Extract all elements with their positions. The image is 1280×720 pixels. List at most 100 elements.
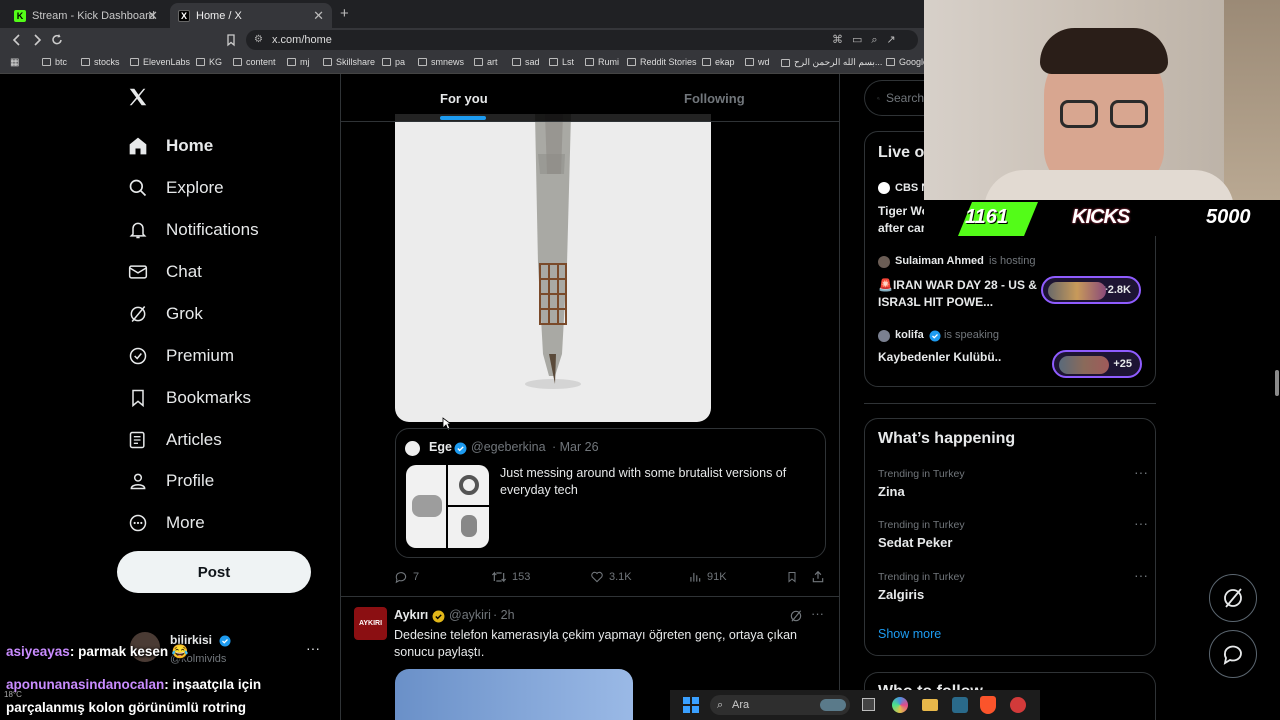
account-menu-icon[interactable]: ··· [306,640,320,656]
trend-item[interactable]: Trending in Turkey Zina ··· [878,464,1148,499]
sidebar-item-bookmarks[interactable]: Bookmarks [128,383,251,413]
trend-item[interactable]: Trending in Turkey Sedat Peker ··· [878,515,1148,550]
tweet-author-name: Aykırı [394,608,429,622]
avatar[interactable]: AYKIRI [354,607,387,640]
live-title[interactable]: Kaybedenler Kulübü.. [878,350,1001,364]
bookmark-item[interactable]: Reddit Stories [627,57,697,67]
like-button[interactable]: 3.1K [590,570,632,584]
brutalist-pen-image [525,114,581,389]
sidebar-item-more[interactable]: More [128,508,205,538]
sidebar-item-explore[interactable]: Explore [128,173,224,203]
bookmark-item[interactable]: Lst [549,57,574,67]
trend-more-icon[interactable]: ··· [1134,567,1148,583]
search-input[interactable]: Search [864,80,924,116]
trend-category: Trending in Turkey [878,519,965,531]
bookmark-item[interactable]: KG [196,57,222,67]
url-text: x.com/home [272,34,332,46]
tab-kick-dashboard[interactable]: K Stream - Kick Dashboard ✕ [6,3,166,28]
app-icon[interactable] [952,697,968,713]
tweet-media-image[interactable] [395,669,633,720]
scrollbar-track[interactable] [1274,236,1280,720]
bookmark-item[interactable]: wd [745,57,770,67]
app-icon[interactable] [1010,697,1026,713]
tweet-media-image[interactable] [395,114,711,422]
bookmark-item[interactable]: sad [512,57,540,67]
sidebar-item-notifications[interactable]: Notifications [128,215,259,245]
post-button[interactable]: Post [117,551,311,593]
verified-badge-icon [219,635,231,647]
file-explorer-icon[interactable] [922,699,938,711]
sidebar-item-chat[interactable]: Chat [128,257,202,287]
grok-icon [1224,588,1242,608]
sidebar-item-grok[interactable]: Grok [128,299,203,329]
divider [864,403,1156,404]
quote-date: · Mar 26 [552,440,599,454]
taskbar-search[interactable]: ⌕ Ara [710,695,850,715]
grok-floating-button[interactable] [1209,574,1257,622]
share-icon[interactable] [811,570,825,584]
sidebar-item-label: Bookmarks [166,388,252,407]
close-tab-icon[interactable]: ✕ [147,8,158,24]
trend-more-icon[interactable]: ··· [1134,464,1148,480]
bookmark-item[interactable]: smnews [418,57,464,67]
brave-browser-icon[interactable] [980,696,996,714]
bookmark-item[interactable]: ElevenLabs [130,57,190,67]
tab-strip: K Stream - Kick Dashboard ✕ X Home / X ✕… [0,0,924,28]
sidebar-item-home[interactable]: Home [128,131,213,161]
chat-message: aponunanasindanocalan: inşaatçıla için p… [6,673,306,719]
bookmark-page-icon[interactable] [224,33,238,47]
bookmark-icon [132,389,144,408]
copilot-icon[interactable] [892,697,908,713]
tweet-author-handle: @aykiri [449,608,491,622]
mail-icon [128,265,148,279]
bookmark-item[interactable]: stocks [81,57,120,67]
close-tab-icon[interactable]: ✕ [313,8,324,24]
live-title[interactable]: 🚨IRAN WAR DAY 28 - US & ISRA3L HIT POWE.… [878,277,1044,311]
back-icon[interactable] [10,33,24,47]
sidebar-item-articles[interactable]: Articles [128,425,222,455]
bookmark-item[interactable]: Rumi [585,57,619,67]
trend-more-icon[interactable]: ··· [1134,515,1148,531]
bookmark-item[interactable]: Skillshare [323,57,375,67]
task-view-icon[interactable] [862,698,875,711]
bookmark-icon[interactable] [786,570,798,584]
live-listeners-pill[interactable]: +25 [1052,350,1142,378]
bookmark-item[interactable]: art [474,57,498,67]
url-field[interactable]: ⚙ x.com/home [246,30,918,50]
windows-start-icon[interactable] [683,697,699,713]
bookmarks-bar: ▦ btc stocks ElevenLabs KG content mj Sk… [0,52,928,74]
bookmark-item[interactable]: mj [287,57,310,67]
bookmark-item[interactable]: content [233,57,276,67]
live-listeners-pill[interactable]: +2.8K [1041,276,1141,304]
views-button[interactable]: 91K [688,570,727,584]
bookmark-item[interactable]: بسم الله الرحمن الرح... [781,57,882,68]
bookmark-item[interactable]: pa [382,57,405,67]
bookmark-item[interactable]: btc [42,57,67,67]
tab-for-you[interactable]: For you [440,91,488,106]
trend-category: Trending in Turkey [878,468,965,480]
bookmark-item[interactable]: Google [886,57,928,67]
apps-icon[interactable]: ▦ [10,57,19,68]
tab-title: Home / X [196,9,242,22]
sidebar-item-premium[interactable]: Premium [128,341,234,371]
repost-button[interactable]: 153 [491,570,530,584]
bookmark-item[interactable]: ekap [702,57,735,67]
site-info-icon[interactable]: ⚙ [254,30,263,50]
grok-icon[interactable] [789,609,803,623]
messages-floating-button[interactable] [1209,630,1257,678]
tab-home-x[interactable]: X Home / X ✕ [170,3,332,28]
x-logo-icon[interactable] [127,86,149,108]
scrollbar-thumb[interactable] [1275,370,1279,396]
forward-icon[interactable] [30,33,44,47]
reply-button[interactable]: 7 [394,570,419,584]
sidebar-item-profile[interactable]: Profile [128,466,214,496]
tab-following[interactable]: Following [684,91,745,106]
address-actions[interactable]: ⌘▭⌕↗ [832,33,905,47]
quoted-tweet[interactable]: Ege @egeberkina · Mar 26 Just messing ar… [395,428,826,558]
new-tab-icon[interactable]: + [340,5,349,22]
tweet-more-icon[interactable]: ··· [811,606,824,621]
avatar [878,182,890,194]
reload-icon[interactable] [50,33,64,47]
show-more-link[interactable]: Show more [878,627,941,641]
trend-item[interactable]: Trending in Turkey Zalgiris ··· [878,567,1148,602]
